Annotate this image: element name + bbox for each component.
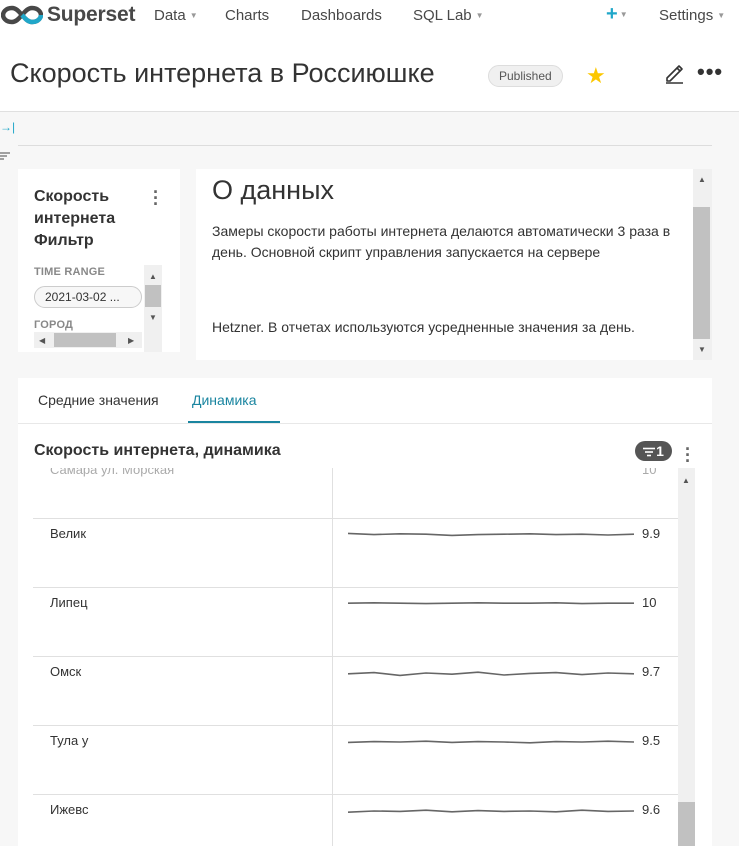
- tabs-container: Средние значения Динамика Скорость интер…: [18, 378, 712, 846]
- city-filter-label: ГОРОД: [34, 319, 74, 331]
- caret-down-icon: ▼: [189, 11, 198, 20]
- dashboard-title[interactable]: Скорость интернета в Россиюшке: [10, 58, 435, 89]
- table-row-divider: [33, 587, 678, 588]
- row-value: 10: [642, 595, 657, 610]
- time-range-select[interactable]: 2021-03-02 ...: [34, 286, 142, 308]
- table-row-divider: [33, 794, 678, 795]
- partial-row-value: 10: [642, 468, 657, 477]
- markdown-card: О данных Замеры скорости работы интернет…: [196, 169, 712, 360]
- settings-menu[interactable]: Settings ▼: [659, 7, 725, 24]
- scroll-up-arrow-icon[interactable]: ▲: [698, 175, 706, 184]
- caret-down-icon: ▼: [475, 11, 484, 20]
- nav-charts-label: Charts: [225, 7, 270, 24]
- tabs-divider: [18, 423, 712, 424]
- sparkline: [348, 601, 634, 605]
- filter-scrollbar-thumb[interactable]: [145, 285, 161, 307]
- sparkline-path: [348, 740, 634, 744]
- new-item-button[interactable]: + ▼: [606, 3, 628, 26]
- scroll-up-arrow-icon[interactable]: ▲: [682, 476, 690, 485]
- sparkline: [348, 809, 634, 813]
- superset-logo[interactable]: Superset: [1, 2, 135, 28]
- chart-scrollbar[interactable]: [678, 468, 695, 846]
- header-divider: [18, 145, 712, 146]
- sparkline: [348, 740, 634, 744]
- scroll-up-arrow-icon[interactable]: ▲: [149, 272, 157, 281]
- caret-down-icon: ▼: [619, 10, 628, 19]
- filter-lines-icon[interactable]: [0, 148, 10, 166]
- sparkline-path: [348, 601, 634, 605]
- dashboard-header: Скорость интернета в Россиюшке Published…: [0, 32, 739, 112]
- scroll-left-arrow-icon[interactable]: ◀: [39, 336, 45, 345]
- scroll-down-arrow-icon[interactable]: ▼: [698, 345, 706, 354]
- markdown-heading: О данных: [212, 175, 335, 205]
- row-city-label: Ижевс: [50, 802, 89, 817]
- plus-icon: +: [606, 3, 618, 25]
- markdown-paragraph-2: Hetzner. В отчетах используются усреднен…: [212, 319, 635, 335]
- filter-box-card: Скорость интернета Фильтр · · · TIME RANGE…: [18, 169, 180, 352]
- filter-count: 1: [656, 443, 664, 459]
- chart-scrollbar-thumb[interactable]: [678, 802, 695, 846]
- applied-filters-indicator[interactable]: 1: [635, 441, 672, 461]
- scroll-down-arrow-icon[interactable]: ▼: [149, 313, 157, 322]
- row-value: 9.6: [642, 802, 661, 817]
- chart-menu-icon[interactable]: · · ·: [684, 440, 692, 470]
- nav-charts-link[interactable]: Charts: [225, 7, 269, 24]
- row-value: 9.5: [642, 733, 661, 748]
- edit-pencil-icon[interactable]: [663, 62, 685, 89]
- more-options-icon[interactable]: •••: [697, 59, 723, 85]
- row-city-label: Тула у: [50, 733, 89, 748]
- nav-data-label: Data: [154, 7, 186, 24]
- sparkline-path: [348, 532, 634, 537]
- filter-icon: [643, 447, 656, 457]
- nav-dashboards-link[interactable]: Dashboards: [301, 7, 382, 24]
- tab-averages[interactable]: Средние значения: [38, 392, 159, 408]
- column-divider: [332, 468, 333, 846]
- nav-dashboards-label: Dashboards: [301, 7, 382, 24]
- sparkline-path: [348, 809, 634, 813]
- scroll-right-arrow-icon[interactable]: ▶: [128, 336, 134, 345]
- table-row-divider: [33, 725, 678, 726]
- infinity-logo-icon: [1, 5, 43, 25]
- table-row-divider: [33, 656, 678, 657]
- sparkline-table: Самара ул. Морская 10 Велик 9.9 Липец 10 Омс…: [18, 468, 678, 846]
- nav-data-menu[interactable]: Data ▼: [154, 7, 198, 24]
- brand-name: Superset: [47, 3, 136, 26]
- expand-filter-panel-icon[interactable]: →|: [0, 120, 15, 134]
- nav-sqllab-menu[interactable]: SQL Lab ▼: [413, 7, 484, 24]
- time-range-label: TIME RANGE: [34, 266, 106, 278]
- active-tab-indicator: [188, 421, 280, 423]
- city-scrollbar-thumb[interactable]: [54, 333, 116, 347]
- row-city-label: Велик: [50, 526, 87, 541]
- sparkline: [348, 671, 634, 677]
- row-value: 9.9: [642, 526, 661, 541]
- row-city-label: Омск: [50, 664, 82, 679]
- table-row-divider: [33, 518, 678, 519]
- row-value: 9.7: [642, 664, 661, 679]
- markdown-paragraph-1: Замеры скорости работы интернета делаютс…: [212, 223, 671, 260]
- nav-sqllab-label: SQL Lab: [413, 7, 472, 24]
- tab-dynamics[interactable]: Динамика: [192, 392, 256, 408]
- markdown-scrollbar-thumb[interactable]: [693, 207, 710, 339]
- settings-label: Settings: [659, 7, 714, 24]
- published-status-badge[interactable]: Published: [488, 65, 563, 87]
- top-navbar: Superset Data ▼ Charts Dashboards SQL Lab…: [0, 0, 739, 32]
- chart-title: Скорость интернета, динамика: [34, 442, 281, 459]
- filter-box-title: Скорость интернета Фильтр: [34, 188, 116, 249]
- sparkline: [348, 532, 634, 537]
- row-city-label: Липец: [50, 595, 88, 610]
- sparkline-path: [348, 671, 634, 677]
- partial-row-city: Самара ул. Морская: [50, 468, 175, 477]
- caret-down-icon: ▼: [717, 11, 726, 20]
- favorite-star-icon[interactable]: ★: [586, 63, 606, 89]
- filter-menu-icon[interactable]: · · ·: [152, 183, 160, 213]
